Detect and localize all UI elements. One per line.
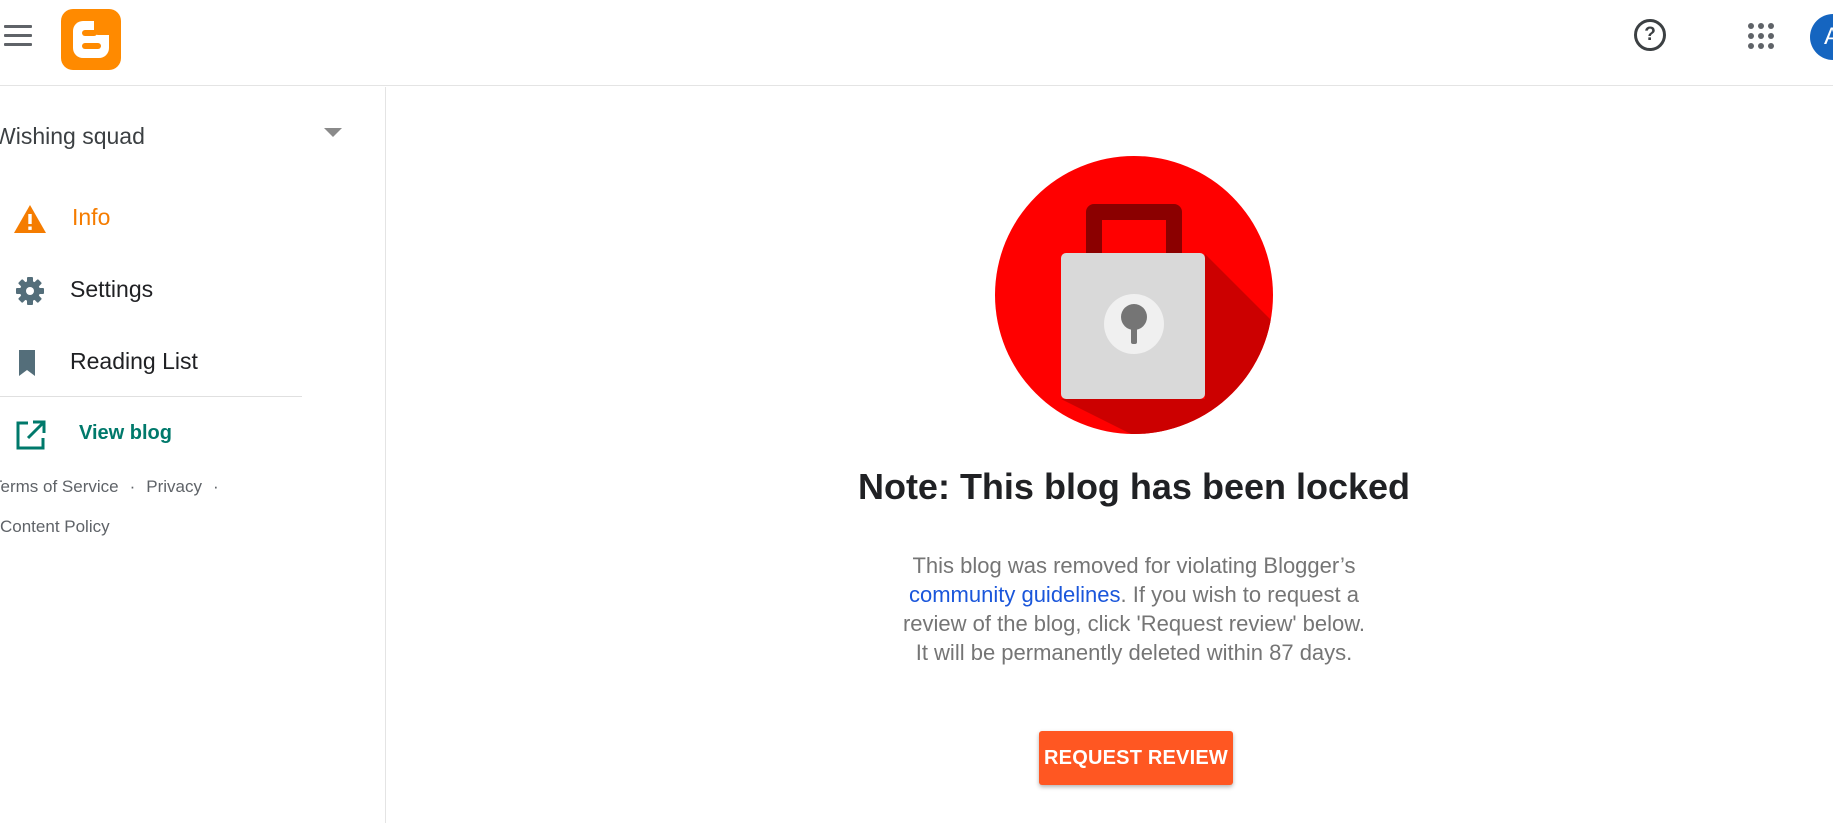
open-in-new-icon bbox=[16, 420, 46, 450]
view-blog-link[interactable]: View blog bbox=[0, 409, 302, 457]
sidebar-item-settings[interactable]: Settings bbox=[0, 265, 302, 313]
message-text-part1: This blog was removed for violating Blog… bbox=[912, 553, 1356, 578]
bookmark-icon bbox=[19, 350, 35, 376]
blogger-logo[interactable] bbox=[61, 9, 121, 70]
help-icon[interactable]: ? bbox=[1634, 19, 1666, 51]
page-title: Note: This blog has been locked bbox=[857, 466, 1411, 507]
blog-name: Wishing squad bbox=[0, 123, 145, 149]
sidebar-divider bbox=[0, 396, 302, 397]
locked-message: This blog was removed for violating Blog… bbox=[897, 551, 1371, 667]
padlock-icon bbox=[995, 156, 1273, 434]
blog-selector[interactable]: Wishing squad bbox=[0, 115, 350, 155]
chevron-down-icon[interactable] bbox=[324, 128, 342, 137]
footer-separator: · bbox=[129, 477, 136, 496]
apps-grid-icon[interactable] bbox=[1748, 23, 1774, 49]
gear-icon bbox=[16, 277, 44, 305]
blogger-app: ? A Wishing squad Info Settings Reading … bbox=[0, 0, 1833, 823]
privacy-link[interactable]: Privacy bbox=[146, 477, 202, 496]
community-guidelines-link[interactable]: community guidelines bbox=[909, 582, 1121, 607]
view-blog-label: View blog bbox=[79, 422, 172, 444]
hamburger-menu-icon[interactable] bbox=[0, 22, 36, 52]
sidebar-item-label: Settings bbox=[70, 276, 154, 302]
sidebar-item-info[interactable]: Info bbox=[0, 193, 302, 241]
sidebar: Wishing squad Info Settings Reading List… bbox=[0, 87, 386, 823]
content-policy-link[interactable]: Content Policy bbox=[0, 517, 110, 536]
sidebar-item-label: Reading List bbox=[70, 348, 198, 374]
top-bar: ? A bbox=[0, 0, 1833, 86]
avatar[interactable]: A bbox=[1810, 14, 1833, 60]
sidebar-item-label: Info bbox=[72, 204, 111, 230]
warning-icon bbox=[14, 205, 46, 233]
footer-separator: · bbox=[213, 477, 219, 496]
terms-of-service-link[interactable]: Terms of Service bbox=[0, 477, 119, 496]
main-content: Note: This blog has been locked This blo… bbox=[387, 87, 1833, 823]
sidebar-item-reading-list[interactable]: Reading List bbox=[0, 337, 302, 385]
request-review-button[interactable]: REQUEST REVIEW bbox=[1039, 731, 1233, 785]
